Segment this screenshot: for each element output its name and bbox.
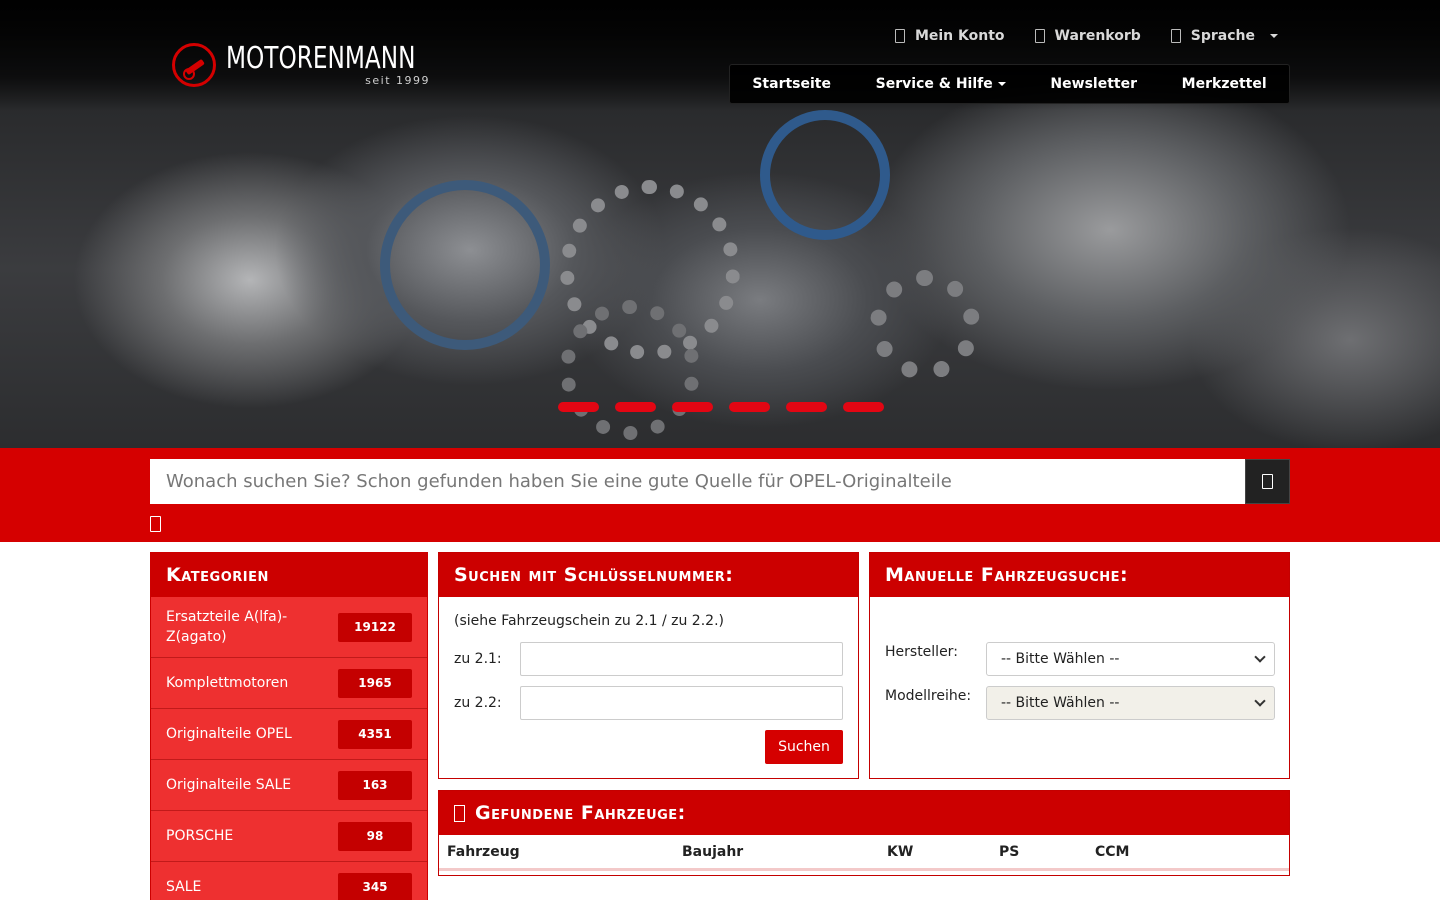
nav-watchlist[interactable]: Merkzettel [1182, 76, 1267, 92]
category-item[interactable]: Ersatzteile A(lfa)-Z(agato) 19122 [151, 597, 427, 658]
slider-dot[interactable] [615, 402, 656, 412]
hero-banner: MOTORENMANN seit 1999 Mein Konto Warenko… [0, 0, 1440, 448]
nav-home[interactable]: Startseite [752, 76, 831, 92]
field-2-1-input[interactable] [520, 642, 843, 676]
category-item[interactable]: Komplettmotoren 1965 [151, 658, 427, 709]
model-select[interactable]: -- Bitte Wählen -- [986, 686, 1275, 720]
gear-decoration [560, 300, 700, 440]
chevron-down-icon [1254, 695, 1266, 707]
category-count-badge: 345 [338, 872, 412, 900]
language-dropdown[interactable]: Sprache [1170, 28, 1278, 44]
slider-dot[interactable] [729, 402, 770, 412]
key-number-search-panel: Suchen mit Schlüsselnummer: (siehe Fahrz… [438, 552, 859, 779]
category-item[interactable]: PORSCHE 98 [151, 811, 427, 862]
category-label: Originalteile OPEL [166, 726, 292, 742]
column-header: CCM [1095, 843, 1130, 860]
found-vehicles-title: Gefundene Fahrzeuge: [475, 802, 686, 824]
nav-service-help[interactable]: Service & Hilfe [876, 76, 1006, 92]
category-label: Komplettmotoren [166, 675, 289, 691]
search-icon [1262, 474, 1273, 489]
field-row-2-1: zu 2.1: [454, 642, 843, 676]
slider-dot[interactable] [558, 402, 599, 412]
nav-newsletter[interactable]: Newsletter [1050, 76, 1137, 92]
field-2-1-label: zu 2.1: [454, 651, 502, 667]
manual-search-title: Manuelle Fahrzeugsuche: [870, 553, 1289, 597]
column-header: PS [999, 843, 1020, 860]
maker-label: Hersteller: [885, 644, 958, 660]
category-count-badge: 98 [338, 821, 412, 851]
category-item[interactable]: SALE 345 [151, 862, 427, 900]
column-header: KW [887, 843, 914, 860]
field-2-2-label: zu 2.2: [454, 695, 502, 711]
gear-decoration [380, 180, 550, 350]
main-navigation: Startseite Service & Hilfe Newsletter Me… [729, 64, 1290, 104]
search-button[interactable] [1245, 459, 1290, 504]
category-item[interactable]: Originalteile SALE 163 [151, 760, 427, 811]
column-header: Fahrzeug [447, 843, 520, 860]
logo[interactable]: MOTORENMANN seit 1999 [172, 42, 446, 87]
category-label: PORSCHE [166, 828, 234, 844]
toggle-icon[interactable] [150, 516, 161, 532]
user-icon [894, 29, 905, 43]
column-header: Baujahr [682, 843, 744, 860]
field-row-2-2: zu 2.2: [454, 686, 843, 720]
account-link[interactable]: Mein Konto [894, 28, 1005, 44]
brand-name: MOTORENMANN [226, 41, 416, 76]
category-count-badge: 19122 [338, 612, 412, 642]
slider-dot[interactable] [672, 402, 713, 412]
category-label: Ersatzteile A(lfa)-Z(agato) [166, 609, 288, 645]
caret-down-icon [997, 82, 1006, 86]
gear-decoration [870, 270, 980, 380]
category-label: SALE [166, 879, 202, 895]
category-item[interactable]: Originalteile OPEL 4351 [151, 709, 427, 760]
caret-down-icon [1270, 34, 1278, 38]
cart-icon [1034, 29, 1045, 43]
category-count-badge: 163 [338, 770, 412, 800]
slider-dots [558, 402, 884, 412]
search-input[interactable]: Wonach suchen Sie? Schon gefunden haben … [150, 459, 1246, 504]
categories-panel: Kategorien Ersatzteile A(lfa)-Z(agato) 1… [150, 552, 428, 900]
field-2-2-input[interactable] [520, 686, 843, 720]
car-icon [454, 804, 465, 822]
category-label: Originalteile SALE [166, 777, 292, 793]
top-navigation: Mein Konto Warenkorb Sprache [894, 28, 1278, 44]
category-count-badge: 4351 [338, 719, 412, 749]
gear-decoration [760, 110, 890, 240]
maker-select[interactable]: -- Bitte Wählen -- [986, 642, 1275, 676]
piston-logo-icon [172, 42, 216, 87]
chevron-down-icon [1254, 651, 1266, 663]
model-label: Modellreihe: [885, 688, 972, 704]
globe-icon [1170, 29, 1181, 43]
model-row: Modellreihe: -- Bitte Wählen -- [885, 686, 1275, 720]
key-search-title: Suchen mit Schlüsselnummer: [439, 553, 858, 597]
found-vehicles-header: Gefundene Fahrzeuge: [439, 791, 1289, 835]
key-search-hint: (siehe Fahrzeugschein zu 2.1 / zu 2.2.) [454, 613, 724, 629]
cart-link[interactable]: Warenkorb [1034, 28, 1141, 44]
slider-dot[interactable] [786, 402, 827, 412]
manual-vehicle-search-panel: Manuelle Fahrzeugsuche: Hersteller: -- B… [869, 552, 1290, 779]
category-count-badge: 1965 [338, 668, 412, 698]
slider-dot[interactable] [843, 402, 884, 412]
found-vehicles-panel: Gefundene Fahrzeuge: Fahrzeug Baujahr KW… [438, 790, 1290, 876]
categories-title: Kategorien [151, 553, 427, 597]
table-header: Fahrzeug Baujahr KW PS CCM [439, 835, 1289, 871]
maker-row: Hersteller: -- Bitte Wählen -- [885, 642, 1275, 676]
key-search-button[interactable]: Suchen [765, 730, 843, 764]
